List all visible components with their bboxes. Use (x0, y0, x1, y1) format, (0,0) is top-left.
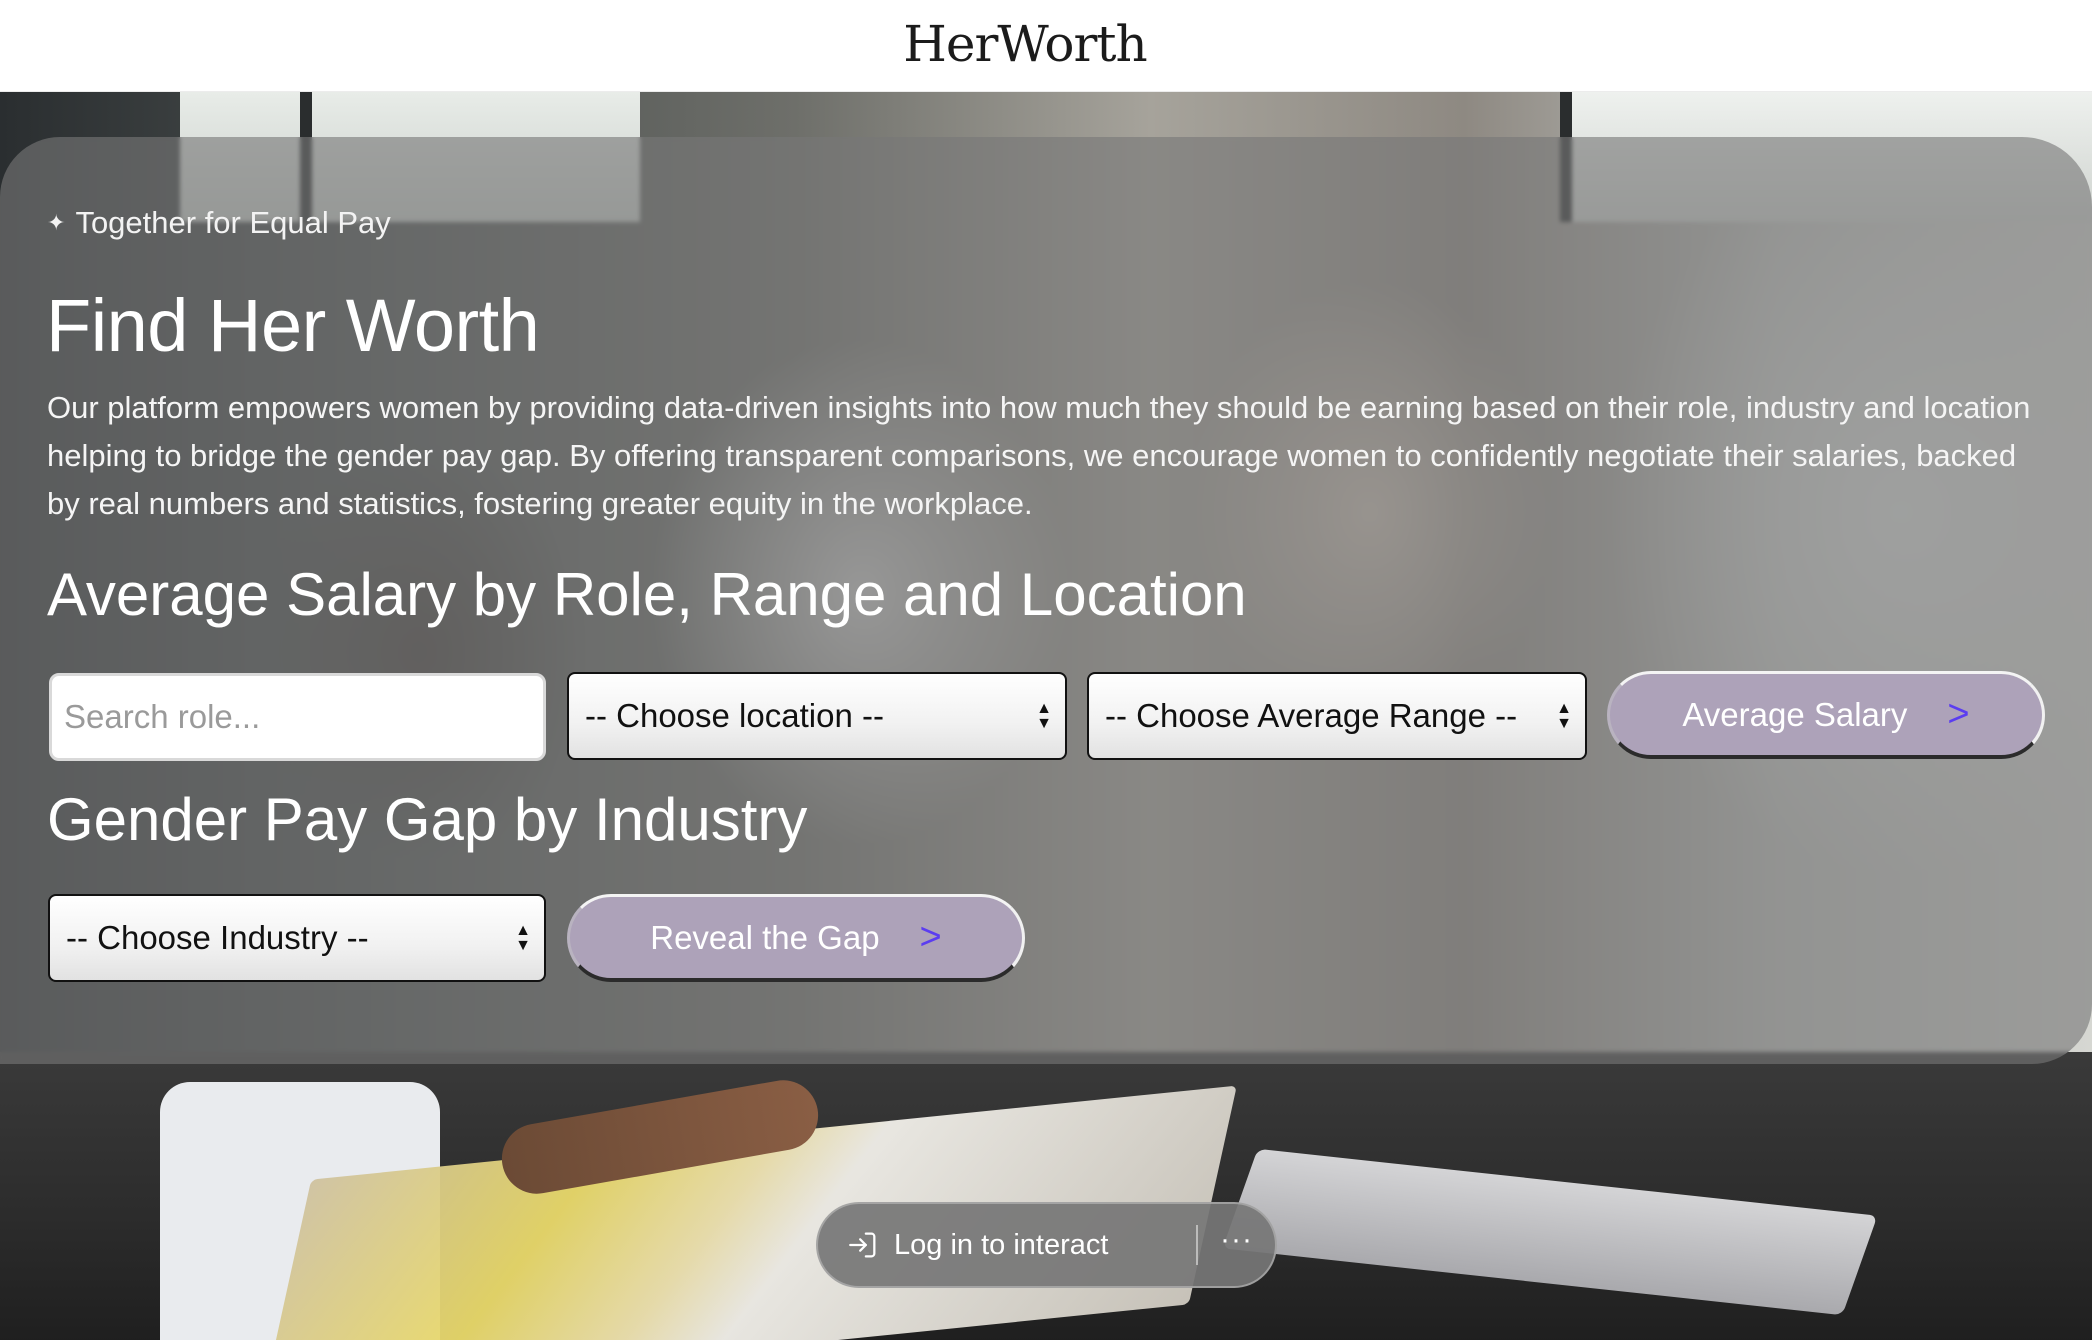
location-select-value: -- Choose location -- (585, 697, 884, 734)
select-arrows-icon: ▲ ▼ (1036, 700, 1052, 732)
login-label: Log in to interact (894, 1228, 1109, 1261)
role-search-field[interactable] (49, 673, 546, 761)
reveal-gap-button[interactable]: Reveal the Gap > (567, 894, 1025, 982)
salary-section-heading: Average Salary by Role, Range and Locati… (47, 561, 1247, 628)
login-pill: Log in to interact ··· (816, 1202, 1277, 1288)
more-options-icon[interactable]: ··· (1198, 1223, 1275, 1267)
top-bar: HerWorth (0, 0, 2092, 92)
login-button[interactable]: Log in to interact (818, 1204, 1196, 1286)
chevron-right-icon: > (919, 916, 942, 958)
gap-section-heading: Gender Pay Gap by Industry (47, 786, 808, 853)
reveal-gap-button-label: Reveal the Gap (650, 918, 880, 956)
average-range-select-value: -- Choose Average Range -- (1105, 697, 1518, 734)
location-select[interactable]: -- Choose location -- ▲ ▼ (567, 672, 1067, 760)
sparkle-icon: ✦ (47, 210, 66, 235)
page-title: Find Her Worth (46, 284, 540, 367)
tagline: ✦ Together for Equal Pay (47, 205, 391, 241)
login-icon (849, 1232, 876, 1258)
average-range-select[interactable]: -- Choose Average Range -- ▲ ▼ (1087, 672, 1587, 760)
chevron-right-icon: > (1947, 693, 1970, 735)
industry-select[interactable]: -- Choose Industry -- ▲ ▼ (48, 894, 546, 982)
select-arrows-icon: ▲ ▼ (1556, 700, 1572, 732)
logo[interactable]: HerWorth (903, 15, 1147, 73)
industry-select-value: -- Choose Industry -- (66, 919, 369, 956)
select-arrows-icon: ▲ ▼ (515, 922, 531, 954)
intro-paragraph: Our platform empowers women by providing… (47, 390, 2031, 521)
average-salary-button[interactable]: Average Salary > (1607, 671, 2045, 759)
average-salary-button-label: Average Salary (1682, 695, 1908, 733)
role-search-input[interactable] (64, 698, 543, 736)
tagline-text: Together for Equal Pay (75, 205, 391, 240)
